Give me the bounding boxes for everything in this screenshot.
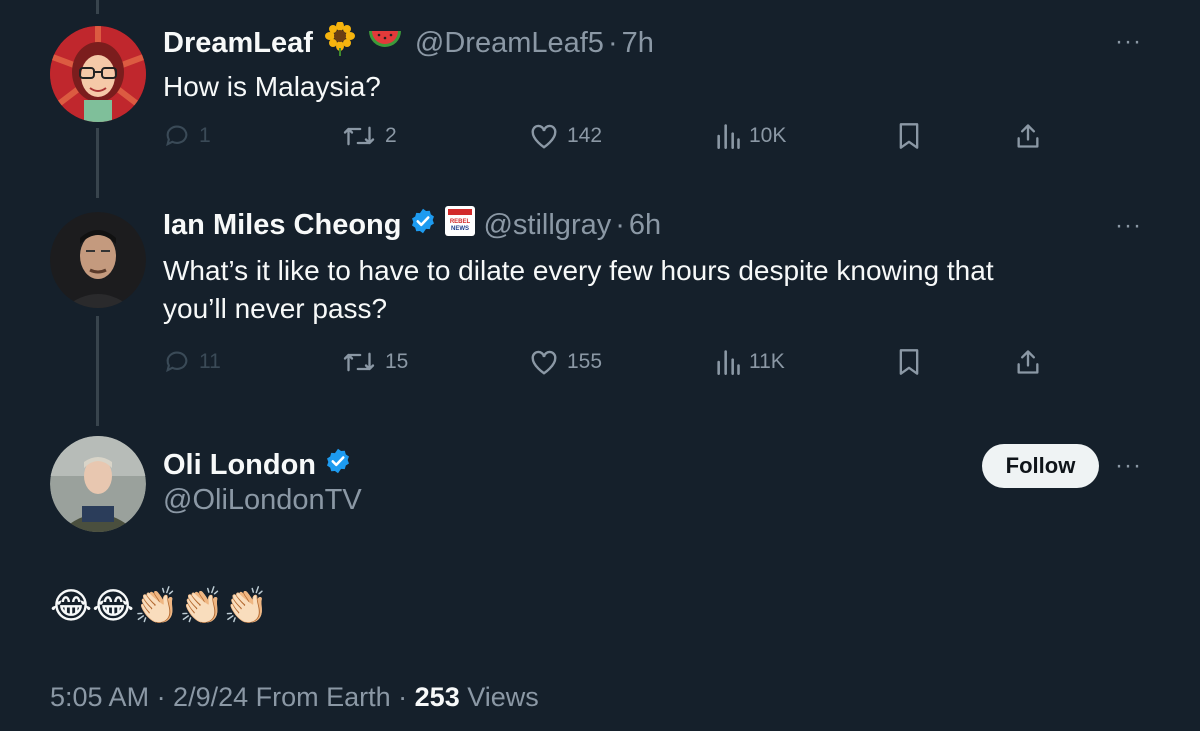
tweet1-reply-count: 1: [199, 124, 211, 147]
avatar-stillgray[interactable]: [50, 212, 146, 308]
main-author-name[interactable]: Oli London: [163, 449, 316, 482]
tweet2-author-name[interactable]: Ian Miles Cheong: [163, 209, 401, 242]
tweet-footer: 5:05 AM · 2/9/24 From Earth · 253 Views: [50, 682, 539, 713]
main-handle[interactable]: @OliLondonTV: [163, 484, 362, 517]
main-more-icon[interactable]: ···: [1115, 452, 1142, 480]
tweet1-author-name[interactable]: DreamLeaf: [163, 27, 313, 60]
thread-line-1: [96, 128, 99, 198]
tweet2-like-count: 155: [567, 350, 603, 373]
tweet2-like-button[interactable]: 155: [529, 348, 602, 376]
svg-text:NEWS: NEWS: [451, 226, 469, 232]
verified-badge-icon: [409, 207, 437, 243]
tweet2-text: What’s it like to have to dilate every f…: [163, 252, 1123, 328]
tweet1-views-button[interactable]: 10K: [715, 122, 786, 150]
tweet1-text: How is Malaysia?: [163, 71, 381, 102]
tweet1-retweet-button[interactable]: 2: [341, 122, 397, 150]
main-header-name: Oli London: [163, 447, 352, 483]
tweet1-like-button[interactable]: 142: [529, 122, 602, 150]
tweet2-text-line1: What’s it like to have to dilate every f…: [163, 255, 994, 286]
tweet2-handle[interactable]: @stillgray: [483, 209, 611, 242]
views-chart-icon: [717, 124, 740, 149]
tweet2-reply-button[interactable]: 11: [163, 348, 221, 376]
tweet2-time[interactable]: 6h: [629, 209, 661, 242]
heart-icon: [531, 350, 557, 375]
tweet1-view-count: 10K: [749, 124, 787, 147]
footer-views-label: Views: [459, 682, 539, 712]
tweet1-handle[interactable]: @DreamLeaf5: [415, 27, 604, 60]
tweet2-bookmark-button[interactable]: [897, 348, 921, 376]
tweet2-share-button[interactable]: [1015, 348, 1041, 376]
bookmark-icon: [899, 349, 919, 375]
retweet-icon: [343, 352, 375, 372]
tweet1-bookmark-button[interactable]: [897, 122, 921, 150]
rebel-news-badge-icon: REBEL NEWS: [445, 206, 476, 244]
tweet2-retweet-button[interactable]: 15: [341, 348, 408, 376]
sunflower-emoji-icon: [324, 21, 355, 64]
share-icon: [1017, 124, 1039, 148]
avatar-dreamleaf[interactable]: [50, 26, 146, 122]
tweet1-header: DreamLeaf @DreamLeaf5 · 7h: [163, 21, 654, 64]
views-chart-icon: [717, 350, 740, 375]
tweet2-text-line2: you’ll never pass?: [163, 293, 388, 324]
watermelon-emoji-icon: [367, 25, 403, 61]
reply-icon: [166, 125, 188, 147]
thread-line-top: [96, 0, 99, 14]
tweet2-actions: 11 15 155 11K: [163, 348, 1043, 384]
follow-button[interactable]: Follow: [982, 444, 1099, 488]
tweet1-retweet-count: 2: [385, 124, 397, 147]
tweet1-actions: 1 2 142 10K: [163, 122, 1043, 158]
share-icon: [1017, 350, 1039, 374]
tweet2-retweet-count: 15: [385, 350, 409, 373]
retweet-icon: [343, 126, 375, 146]
tweet1-separator: ·: [607, 26, 618, 59]
tweet1-reply-button[interactable]: 1: [163, 122, 211, 150]
tweet2-view-count: 11K: [749, 350, 785, 373]
tweet2-more-icon[interactable]: ···: [1115, 212, 1142, 240]
tweet2-views-button[interactable]: 11K: [715, 348, 785, 376]
bookmark-icon: [899, 123, 919, 149]
avatar-olilondon[interactable]: [50, 436, 146, 532]
footer-time-date[interactable]: 5:05 AM · 2/9/24 From Earth ·: [50, 682, 415, 712]
tweet2-separator: ·: [615, 208, 625, 241]
reply-icon: [166, 351, 188, 373]
heart-icon: [531, 124, 557, 149]
thread-line-2: [96, 316, 99, 426]
tweet2-header: Ian Miles Cheong REBEL NEWS @stillgray ·…: [163, 206, 661, 244]
main-tweet-text: 😂😂👏🏻👏🏻👏🏻: [50, 585, 269, 626]
tweet1-share-button[interactable]: [1015, 122, 1041, 150]
svg-text:REBEL: REBEL: [450, 219, 471, 225]
footer-view-count: 253: [414, 682, 460, 712]
tweet2-reply-count: 11: [199, 350, 221, 373]
main-header-handle-row: @OliLondonTV: [163, 484, 362, 517]
tweet1-like-count: 142: [567, 124, 603, 147]
tweet1-more-icon[interactable]: ···: [1115, 28, 1142, 56]
verified-badge-icon: [324, 447, 352, 483]
tweet1-time[interactable]: 7h: [622, 27, 654, 60]
